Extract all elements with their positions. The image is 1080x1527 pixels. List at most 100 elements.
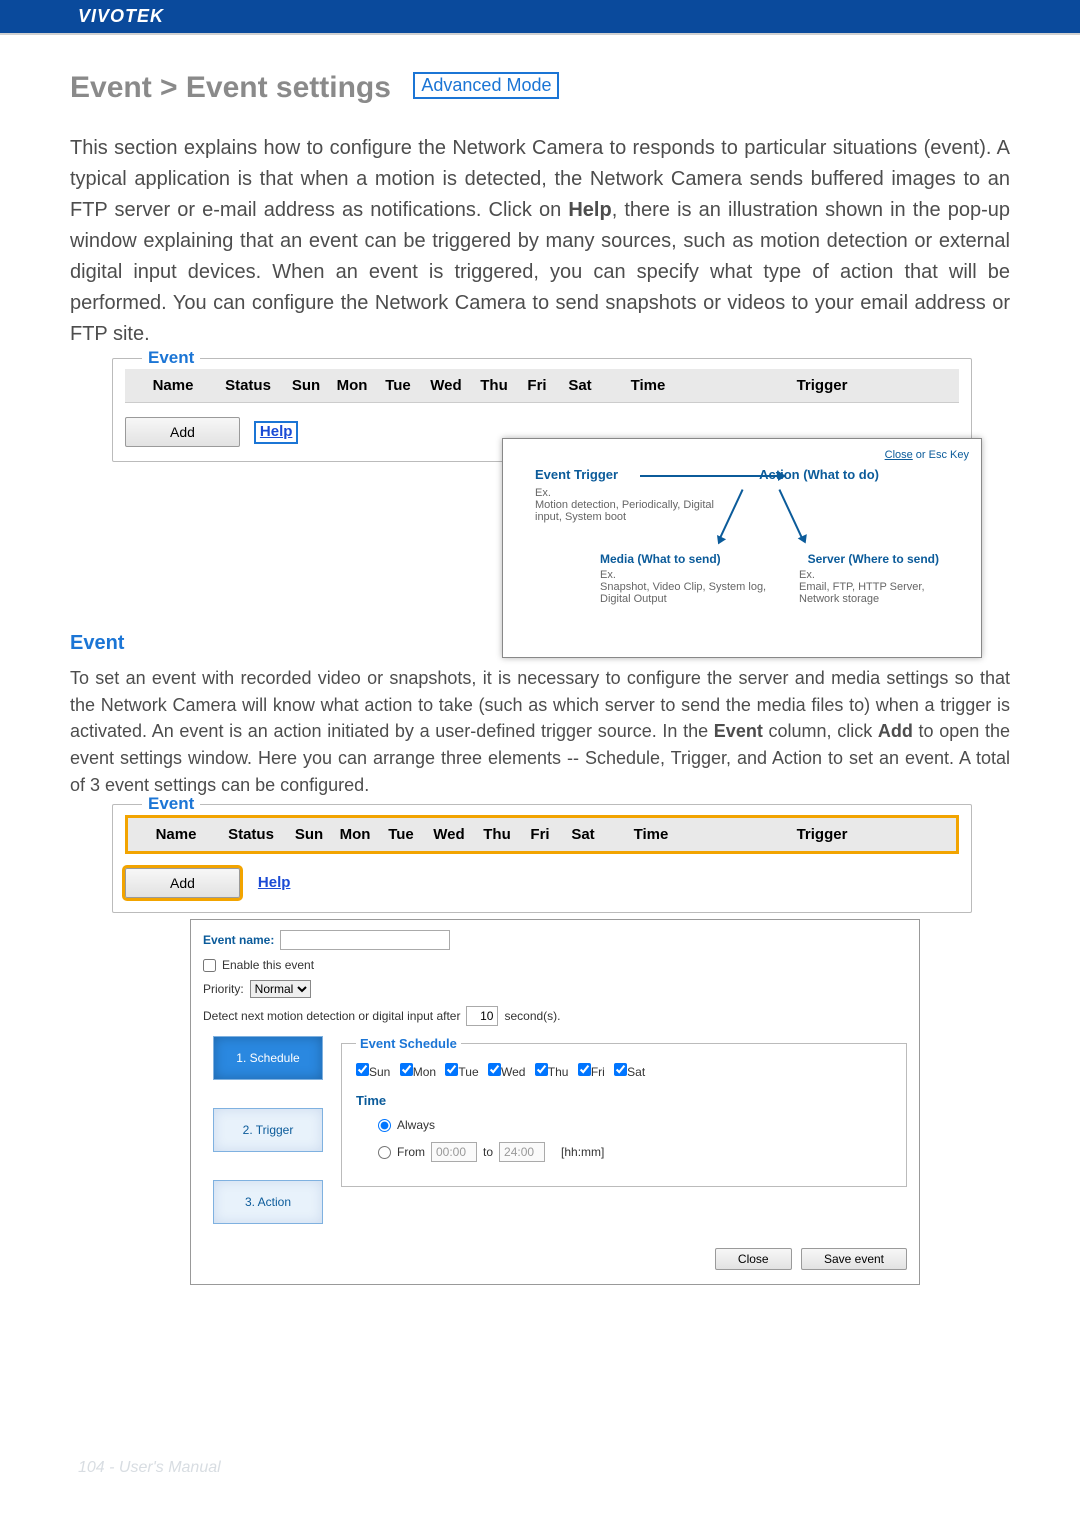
- th-fri: Fri: [517, 377, 557, 394]
- diagram-server-title: Server (Where to send): [808, 552, 939, 566]
- th2-tue: Tue: [378, 826, 424, 843]
- day-sat-checkbox[interactable]: [614, 1063, 627, 1076]
- popup-close-suffix: or Esc Key: [913, 449, 969, 461]
- event-name-label: Event name:: [203, 933, 274, 947]
- day-tue-checkbox[interactable]: [445, 1063, 458, 1076]
- day-thu-checkbox[interactable]: [535, 1063, 548, 1076]
- event-table-head-2: Name Status Sun Mon Tue Wed Thu Fri Sat …: [125, 815, 959, 854]
- help-popup: Close or Esc Key Event Trigger Action (W…: [502, 438, 982, 658]
- diagram-trigger-example: Ex. Motion detection, Periodically, Digi…: [535, 487, 725, 523]
- event-name-row: Event name:: [203, 930, 907, 950]
- to-time-input[interactable]: [499, 1142, 545, 1162]
- th2-mon: Mon: [332, 826, 378, 843]
- intro-paragraph: This section explains how to configure t…: [70, 133, 1010, 350]
- event-table-head: Name Status Sun Mon Tue Wed Thu Fri Sat …: [125, 369, 959, 403]
- th2-wed: Wed: [424, 826, 474, 843]
- event-settings-panel: Event name: Enable this event Priority: …: [190, 919, 920, 1285]
- day-fri-label: Fri: [591, 1065, 605, 1079]
- from-radio[interactable]: [378, 1146, 391, 1159]
- help-link-2[interactable]: Help: [254, 874, 295, 893]
- event-section-paragraph: To set an event with recorded video or s…: [70, 665, 1010, 798]
- event-fieldset-2: Name Status Sun Mon Tue Wed Thu Fri Sat …: [112, 804, 972, 913]
- day-tue-label: Tue: [458, 1065, 478, 1079]
- server-ex-label: Ex.: [799, 569, 815, 581]
- th-time: Time: [603, 377, 693, 394]
- day-sun-checkbox[interactable]: [356, 1063, 369, 1076]
- media-ex-text: Snapshot, Video Clip, System log, Digita…: [600, 581, 766, 605]
- always-radio[interactable]: [378, 1119, 391, 1132]
- day-row: Sun Mon Tue Wed Thu Fri Sat: [356, 1063, 892, 1079]
- event-legend: Event: [142, 348, 200, 368]
- diagram-trigger-title: Event Trigger: [535, 467, 618, 482]
- day-fri-checkbox[interactable]: [578, 1063, 591, 1076]
- trigger-ex-label: Ex.: [535, 487, 551, 499]
- th-name: Name: [133, 377, 213, 394]
- day-wed-label: Wed: [501, 1065, 525, 1079]
- detect-row: Detect next motion detection or digital …: [203, 1006, 907, 1026]
- to-label: to: [483, 1145, 493, 1159]
- page-footer: 104 - User's Manual: [78, 1459, 221, 1477]
- diagram-media-example: Ex. Snapshot, Video Clip, System log, Di…: [600, 569, 780, 605]
- day-wed-checkbox[interactable]: [488, 1063, 501, 1076]
- page: VIVOTEK Event > Event settings Advanced …: [0, 0, 1080, 1527]
- th2-time: Time: [606, 826, 696, 843]
- th-mon: Mon: [329, 377, 375, 394]
- from-radio-row: From to [hh:mm]: [378, 1142, 892, 1162]
- day-mon-label: Mon: [413, 1065, 436, 1079]
- day-mon-checkbox[interactable]: [400, 1063, 413, 1076]
- th2-sat: Sat: [560, 826, 606, 843]
- priority-select[interactable]: Normal: [250, 980, 311, 998]
- step-schedule[interactable]: 1. Schedule: [213, 1036, 323, 1080]
- popup-close-link[interactable]: Close: [885, 449, 913, 461]
- server-ex-text: Email, FTP, HTTP Server, Network storage: [799, 581, 925, 605]
- always-label: Always: [397, 1118, 435, 1132]
- th2-fri: Fri: [520, 826, 560, 843]
- add-row-2: Add Help: [125, 868, 959, 898]
- detect-seconds-input[interactable]: [466, 1006, 498, 1026]
- always-radio-row: Always: [378, 1118, 892, 1132]
- day-thu-label: Thu: [548, 1065, 569, 1079]
- event-name-input[interactable]: [280, 930, 450, 950]
- save-event-button[interactable]: Save event: [801, 1248, 907, 1270]
- diagram-media-title: Media (What to send): [600, 552, 721, 566]
- th2-sun: Sun: [286, 826, 332, 843]
- media-ex-label: Ex.: [600, 569, 616, 581]
- from-time-input[interactable]: [431, 1142, 477, 1162]
- from-label: From: [397, 1145, 425, 1159]
- th2-name: Name: [136, 826, 216, 843]
- event-schedule-fieldset: Event Schedule Sun Mon Tue Wed Thu Fri S…: [341, 1036, 907, 1187]
- step-action[interactable]: 3. Action: [213, 1180, 323, 1224]
- th2-thu: Thu: [474, 826, 520, 843]
- content-area: Event > Event settings Advanced Mode Thi…: [0, 35, 1080, 1285]
- diagram-action-title: Action (What to do): [759, 467, 879, 482]
- th-status: Status: [213, 377, 283, 394]
- day-sat-label: Sat: [627, 1065, 645, 1079]
- add-button[interactable]: Add: [125, 417, 240, 447]
- day-sun-label: Sun: [369, 1065, 390, 1079]
- help-link[interactable]: Help: [254, 421, 299, 444]
- p2-event-word: Event: [714, 721, 763, 741]
- th-sun: Sun: [283, 377, 329, 394]
- p2-add-word: Add: [878, 721, 913, 741]
- close-button[interactable]: Close: [715, 1248, 792, 1270]
- settings-button-row: Close Save event: [203, 1248, 907, 1270]
- priority-label: Priority:: [203, 982, 244, 996]
- advanced-mode-badge: Advanced Mode: [413, 72, 559, 99]
- event-panel-1: Event Name Status Sun Mon Tue Wed Thu Fr…: [112, 358, 972, 462]
- add-button-2[interactable]: Add: [125, 868, 240, 898]
- arrow-down-right-icon: [778, 489, 803, 540]
- steps-container: 1. Schedule 2. Trigger 3. Action Event S…: [203, 1036, 907, 1224]
- detect-label-post: second(s).: [504, 1009, 560, 1023]
- step-trigger[interactable]: 2. Trigger: [213, 1108, 323, 1152]
- th-trigger: Trigger: [693, 377, 951, 394]
- enable-event-label: Enable this event: [222, 958, 314, 972]
- th2-status: Status: [216, 826, 286, 843]
- popup-close-row: Close or Esc Key: [515, 449, 969, 461]
- event-panel-2: Event Name Status Sun Mon Tue Wed Thu Fr…: [112, 804, 972, 913]
- hhmm-hint: [hh:mm]: [561, 1145, 604, 1159]
- page-title: Event > Event settings: [70, 71, 391, 105]
- diagram-server-example: Ex. Email, FTP, HTTP Server, Network sto…: [799, 569, 949, 605]
- intro-help-word: Help: [568, 199, 611, 221]
- th-wed: Wed: [421, 377, 471, 394]
- enable-event-checkbox[interactable]: [203, 959, 216, 972]
